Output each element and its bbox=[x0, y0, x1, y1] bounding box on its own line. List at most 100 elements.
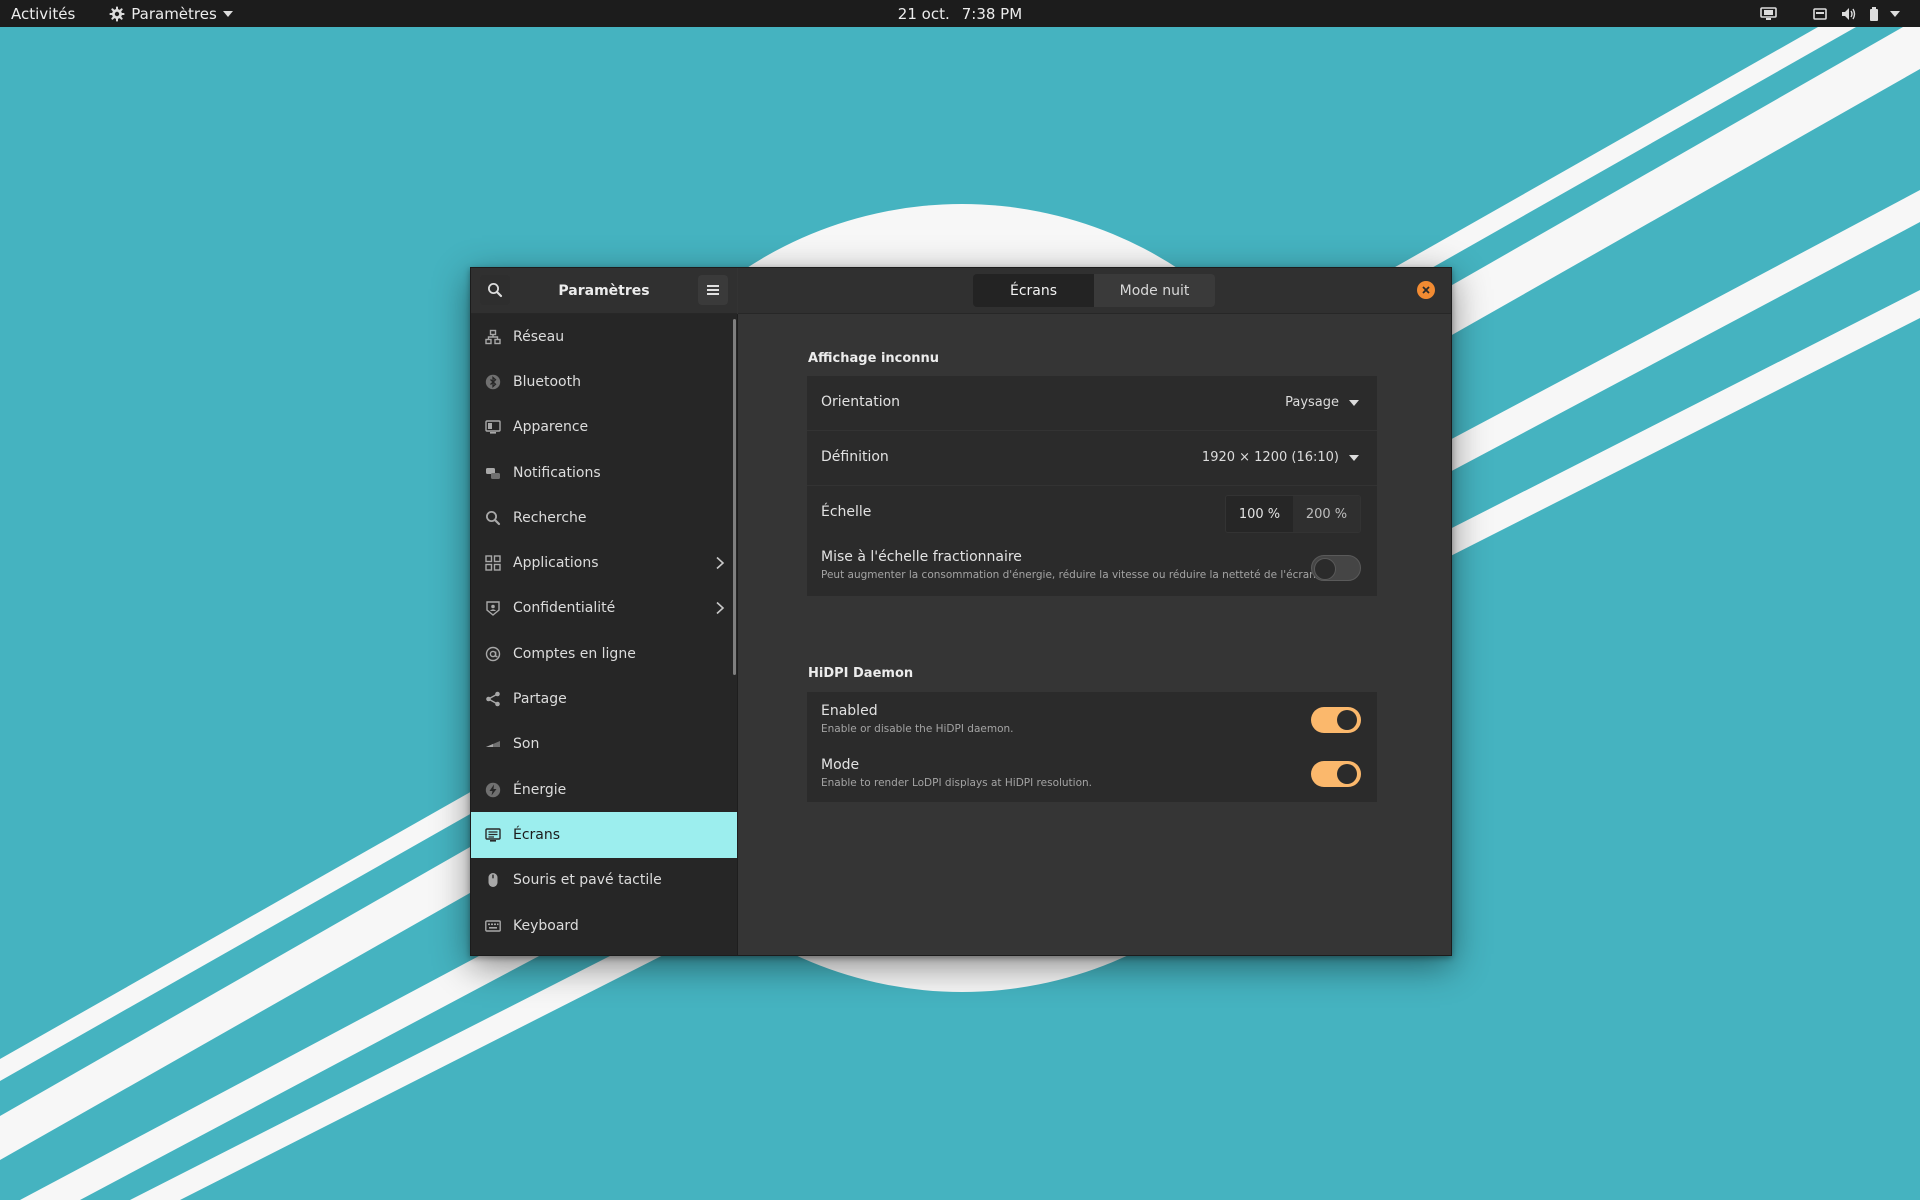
hidpi-enabled-toggle[interactable] bbox=[1311, 707, 1361, 733]
time-label[interactable]: 7:38 PM bbox=[962, 5, 1022, 23]
activities-button[interactable]: Activités bbox=[11, 5, 75, 23]
online-accounts-icon bbox=[485, 646, 501, 662]
orientation-row: Orientation Paysage bbox=[807, 376, 1377, 431]
sidebar-item-label: Souris et pavé tactile bbox=[513, 872, 662, 889]
sidebar-item-label: Recherche bbox=[513, 509, 587, 526]
sidebar-item-online-accounts[interactable]: Comptes en ligne bbox=[471, 631, 737, 676]
sidebar-item-label: Réseau bbox=[513, 328, 565, 345]
sidebar-item-privacy[interactable]: Confidentialité bbox=[471, 586, 737, 631]
sidebar-item-label: Apparence bbox=[513, 419, 589, 436]
resolution-dropdown[interactable]: 1920 × 1200 (16:10) bbox=[1202, 450, 1359, 465]
display-icon[interactable] bbox=[1760, 6, 1777, 21]
chevron-down-icon bbox=[222, 10, 233, 17]
battery-icon[interactable] bbox=[1869, 6, 1879, 21]
view-switcher: Écrans Mode nuit bbox=[973, 274, 1215, 307]
toggle-knob bbox=[1337, 710, 1357, 730]
sidebar-item-mouse[interactable]: Souris et pavé tactile bbox=[471, 858, 737, 903]
toggle-knob bbox=[1337, 764, 1357, 784]
sidebar-item-sound[interactable]: Son bbox=[471, 722, 737, 767]
scale-label: Échelle bbox=[821, 504, 872, 520]
search-icon bbox=[485, 510, 501, 526]
system-menu-chevron-icon[interactable] bbox=[1890, 10, 1900, 17]
keyboard-layout-icon[interactable] bbox=[1813, 7, 1827, 21]
fractional-scaling-toggle[interactable] bbox=[1311, 555, 1361, 581]
sidebar-item-network[interactable]: Réseau bbox=[471, 314, 737, 359]
hidpi-enabled-label: Enabled bbox=[821, 703, 878, 719]
sidebar-item-label: Énergie bbox=[513, 781, 567, 798]
scale-row: Échelle 100 % 200 % bbox=[807, 486, 1377, 540]
search-button[interactable] bbox=[480, 275, 510, 305]
sidebar-item-displays[interactable]: Écrans bbox=[471, 812, 737, 858]
sound-icon bbox=[485, 736, 501, 752]
sidebar-item-appearance[interactable]: Apparence bbox=[471, 405, 737, 450]
hamburger-icon bbox=[707, 285, 719, 295]
sidebar-item-search[interactable]: Recherche bbox=[471, 495, 737, 540]
sidebar-list: Réseau Bluetooth Apparence Notifications… bbox=[471, 314, 737, 948]
sharing-icon bbox=[485, 691, 501, 707]
sidebar-item-notifications[interactable]: Notifications bbox=[471, 450, 737, 495]
app-menu[interactable]: Paramètres bbox=[109, 5, 233, 23]
settings-window: Paramètres Écrans Mode nuit Réseau Bluet… bbox=[470, 267, 1452, 956]
volume-icon[interactable] bbox=[1841, 7, 1856, 21]
date-label[interactable]: 21 oct. bbox=[898, 5, 950, 23]
hamburger-menu-button[interactable] bbox=[698, 275, 728, 305]
close-icon bbox=[1422, 286, 1430, 294]
hidpi-mode-toggle[interactable] bbox=[1311, 761, 1361, 787]
sidebar-item-label: Son bbox=[513, 736, 540, 753]
fractional-scaling-label: Mise à l'échelle fractionnaire bbox=[821, 549, 1022, 565]
sidebar-item-sharing[interactable]: Partage bbox=[471, 676, 737, 721]
tab-displays[interactable]: Écrans bbox=[973, 274, 1094, 307]
sidebar-item-bluetooth[interactable]: Bluetooth bbox=[471, 359, 737, 404]
hidpi-mode-description: Enable to render LoDPI displays at HiDPI… bbox=[821, 777, 1093, 789]
scale-100-button[interactable]: 100 % bbox=[1226, 496, 1293, 532]
power-icon bbox=[485, 782, 501, 798]
hidpi-settings-panel: Enabled Enable or disable the HiDPI daem… bbox=[807, 692, 1377, 802]
resolution-row: Définition 1920 × 1200 (16:10) bbox=[807, 431, 1377, 486]
content-header: Écrans Mode nuit bbox=[738, 268, 1451, 314]
keyboard-icon bbox=[485, 918, 501, 934]
sidebar: Réseau Bluetooth Apparence Notifications… bbox=[471, 314, 738, 955]
hidpi-enabled-description: Enable or disable the HiDPI daemon. bbox=[821, 723, 1014, 735]
toggle-knob bbox=[1314, 558, 1336, 580]
hidpi-enabled-row: Enabled Enable or disable the HiDPI daem… bbox=[807, 692, 1377, 747]
mouse-icon bbox=[485, 872, 501, 888]
sidebar-item-applications[interactable]: Applications bbox=[471, 540, 737, 585]
sidebar-item-keyboard[interactable]: Keyboard bbox=[471, 903, 737, 948]
chevron-right-icon bbox=[713, 601, 727, 615]
fractional-scaling-row: Mise à l'échelle fractionnaire Peut augm… bbox=[807, 540, 1377, 596]
sidebar-item-label: Applications bbox=[513, 555, 599, 572]
hidpi-mode-label: Mode bbox=[821, 757, 860, 773]
displays-icon bbox=[485, 827, 501, 843]
display-section-title: Affichage inconnu bbox=[808, 351, 940, 366]
gear-icon bbox=[109, 6, 125, 22]
applications-icon bbox=[485, 555, 501, 571]
network-icon bbox=[485, 329, 501, 345]
resolution-value: 1920 × 1200 (16:10) bbox=[1201, 450, 1339, 465]
tab-night-mode[interactable]: Mode nuit bbox=[1094, 274, 1215, 307]
sidebar-item-label: Confidentialité bbox=[513, 600, 616, 617]
hidpi-mode-row: Mode Enable to render LoDPI displays at … bbox=[807, 747, 1377, 802]
system-tray bbox=[1760, 0, 1900, 27]
sidebar-item-label: Écrans bbox=[513, 826, 561, 843]
close-button[interactable] bbox=[1417, 281, 1435, 299]
sidebar-title: Paramètres bbox=[558, 282, 650, 299]
orientation-dropdown[interactable]: Paysage bbox=[1285, 395, 1359, 410]
hidpi-section-title: HiDPI Daemon bbox=[808, 666, 914, 681]
chevron-down-icon bbox=[1349, 399, 1359, 406]
sidebar-item-label: Keyboard bbox=[513, 917, 579, 934]
fractional-scaling-description: Peut augmenter la consommation d'énergie… bbox=[821, 569, 1320, 581]
orientation-value: Paysage bbox=[1285, 395, 1339, 410]
scale-200-button[interactable]: 200 % bbox=[1293, 496, 1360, 532]
top-bar: Activités Paramètres 21 oct. 7:38 PM bbox=[0, 0, 1920, 27]
bluetooth-icon bbox=[485, 374, 501, 390]
orientation-label: Orientation bbox=[821, 394, 901, 410]
desktop: Activités Paramètres 21 oct. 7:38 PM Par… bbox=[0, 0, 1920, 1200]
sidebar-scrollbar[interactable] bbox=[733, 319, 736, 675]
sidebar-item-label: Bluetooth bbox=[513, 373, 581, 390]
notifications-icon bbox=[485, 465, 501, 481]
scale-selector: 100 % 200 % bbox=[1225, 495, 1361, 533]
sidebar-item-power[interactable]: Énergie bbox=[471, 767, 737, 812]
sidebar-item-label: Comptes en ligne bbox=[513, 645, 636, 662]
privacy-icon bbox=[485, 600, 501, 617]
sidebar-item-label: Partage bbox=[513, 691, 567, 708]
